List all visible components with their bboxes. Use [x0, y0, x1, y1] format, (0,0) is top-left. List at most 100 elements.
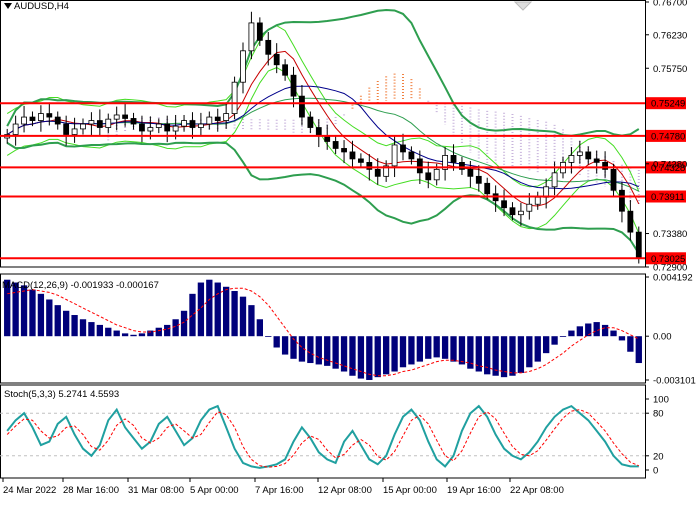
candle [71, 128, 78, 135]
candle [357, 158, 364, 163]
time-tick-label: 31 Mar 08:00 [128, 485, 184, 496]
macd-bar [399, 336, 407, 368]
macd-bar [383, 336, 390, 375]
candle [172, 125, 179, 132]
macd-bar [113, 330, 120, 337]
macd-bar [189, 293, 196, 337]
macd-bar [315, 336, 322, 365]
candle [627, 210, 634, 233]
price-tick-label: 0.73380 [653, 229, 687, 240]
candle [467, 168, 474, 177]
candle [408, 151, 415, 160]
candle [147, 127, 154, 132]
macd-bar [559, 336, 567, 338]
macd-bar [458, 336, 466, 365]
candle [416, 158, 423, 174]
macd-bar [618, 336, 626, 341]
macd-bar [416, 336, 423, 362]
macd-bar [138, 333, 146, 337]
macd-title: MACD(12,26,9) -0.001933 -0.000167 [2, 280, 159, 291]
macd-bar [88, 322, 95, 337]
macd-bar [357, 336, 365, 379]
candle [341, 148, 347, 153]
macd-bar [130, 334, 137, 337]
macd-bar [96, 324, 103, 337]
macd-bar [627, 336, 634, 352]
macd-bar [635, 336, 642, 364]
candle [130, 118, 137, 125]
macd-bar [543, 336, 550, 354]
candle [164, 123, 171, 132]
candle [181, 120, 187, 127]
stoch-tick-label: 20 [653, 451, 664, 462]
macd-bar [374, 336, 381, 378]
macd-bar [46, 299, 53, 337]
candle [197, 123, 204, 128]
macd-bar [20, 285, 28, 337]
candle [12, 123, 19, 135]
stoch-title: Stoch(5,3,3) 5.2741 4.5593 [4, 389, 120, 400]
time-tick-label: 22 Apr 08:00 [510, 485, 564, 496]
candle [265, 39, 272, 55]
candle [400, 144, 406, 153]
candle [290, 74, 297, 97]
candle [54, 116, 61, 125]
macd-bar [172, 319, 179, 337]
candle [349, 151, 356, 160]
candle [231, 81, 238, 114]
price-tick-label: 0.76700 [653, 0, 687, 9]
candle [425, 172, 432, 181]
candle [29, 116, 36, 121]
macd-bar [425, 336, 432, 359]
candle [635, 231, 642, 259]
candle [256, 22, 263, 41]
macd-bar [164, 324, 171, 337]
candle [299, 95, 305, 118]
macd-bar [307, 336, 314, 364]
macd-bar [256, 319, 263, 337]
macd-bar [433, 336, 440, 358]
chart-root: 0.75249 0.74780 0.74328 0.73911 0.73025 0.767… [0, 0, 700, 500]
macd-bar [248, 305, 255, 337]
macd-bar [273, 336, 280, 348]
macd-bar [517, 336, 525, 373]
candle [96, 120, 103, 128]
candle [88, 120, 95, 125]
candle [80, 123, 86, 130]
stoch-tick-label: 80 [653, 409, 664, 420]
macd-bar [568, 330, 575, 337]
price-tick-label: 0.74380 [653, 159, 687, 170]
candle [526, 203, 533, 212]
candle [484, 182, 491, 195]
candle [206, 116, 213, 125]
candle [63, 123, 70, 135]
candle [619, 189, 625, 212]
macd-bar [79, 319, 87, 337]
candle [105, 118, 112, 128]
candle [475, 175, 482, 184]
stoch-tick-label: 100 [653, 395, 669, 406]
macd-bar [509, 336, 516, 376]
candle [214, 116, 221, 121]
time-tick-label: 15 Apr 00:00 [383, 485, 437, 496]
stoch-tick-label: 0 [653, 466, 658, 477]
candle [139, 123, 145, 132]
candle [273, 53, 280, 66]
candle [534, 196, 541, 205]
macd-bar [281, 336, 289, 355]
price-panel-title-bg: AUDUSD,H4 [4, 1, 69, 12]
candle [585, 151, 592, 160]
macd-bar [223, 286, 230, 337]
macd-bar [576, 326, 583, 337]
macd-bar [231, 291, 238, 337]
candle [122, 114, 129, 119]
time-tick-label: 19 Apr 16:00 [447, 485, 501, 496]
candle [21, 116, 27, 125]
candle [509, 207, 516, 216]
chart-background [0, 0, 700, 500]
macd-bar [441, 336, 449, 359]
candle [593, 158, 600, 163]
price-tick-label: 0.76230 [653, 30, 687, 41]
macd-tick-label: -0.003101 [653, 376, 696, 387]
level-label: 0.75249 [651, 99, 685, 110]
